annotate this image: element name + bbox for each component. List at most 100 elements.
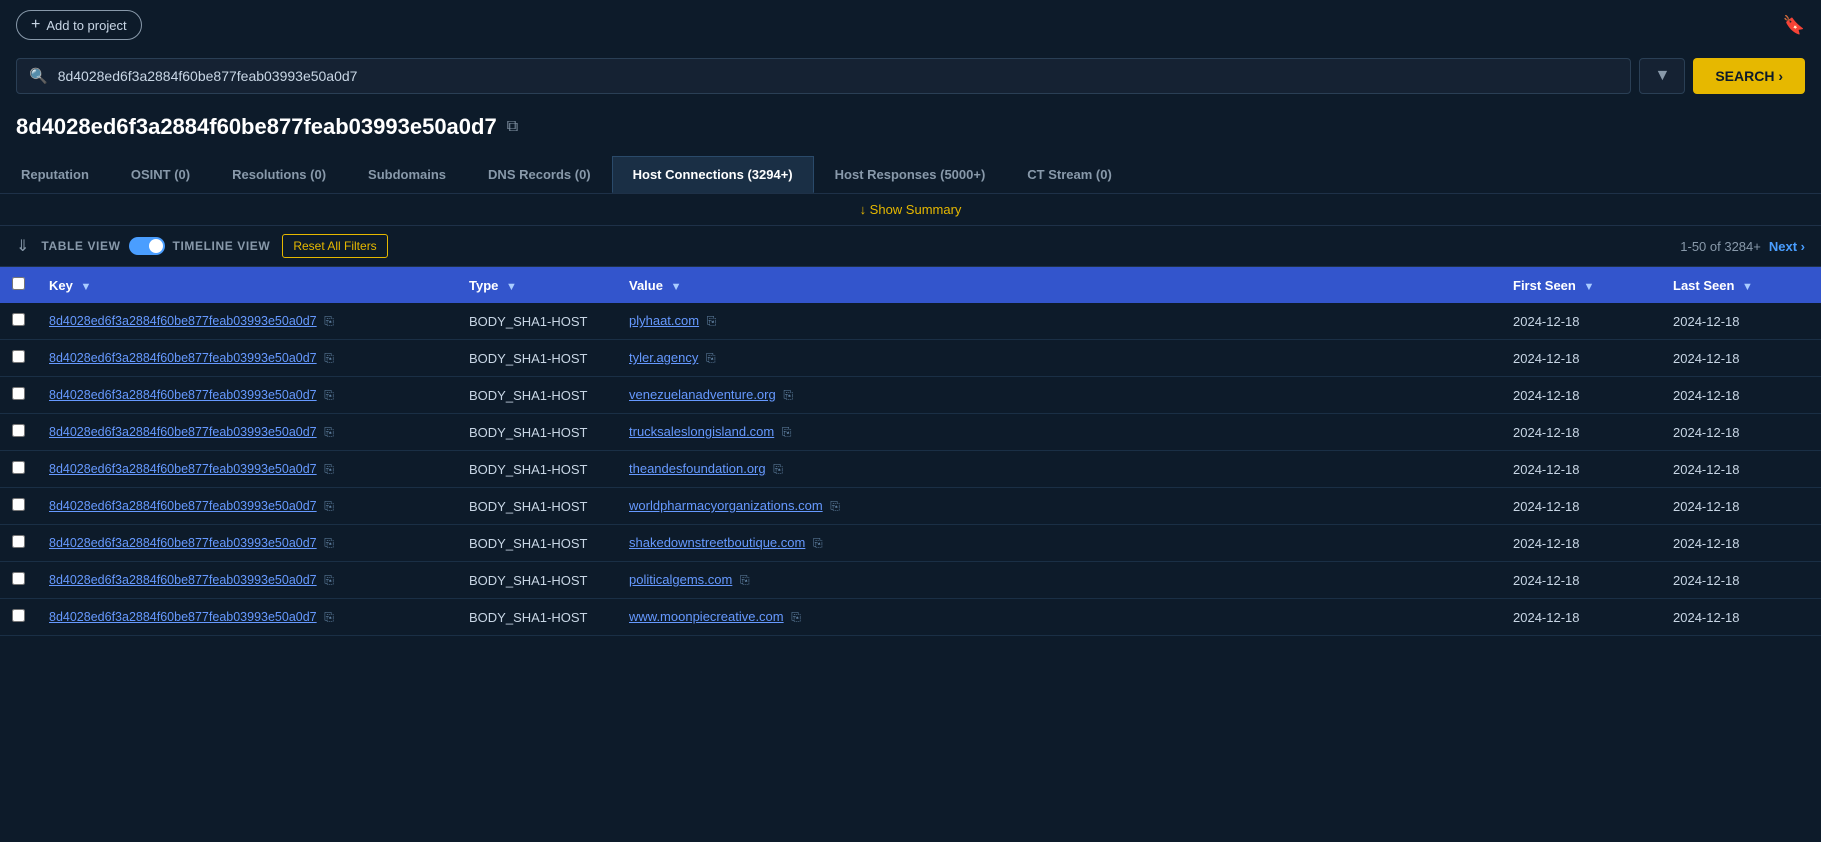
value-copy-icon[interactable]: ⎘ bbox=[783, 388, 793, 402]
select-all-checkbox[interactable] bbox=[12, 277, 25, 290]
col-header-last-seen[interactable]: Last Seen ▼ bbox=[1661, 267, 1821, 303]
row-type-cell: BODY_SHA1-HOST bbox=[457, 599, 617, 636]
value-copy-icon[interactable]: ⎘ bbox=[707, 314, 717, 328]
value-copy-icon[interactable]: ⎘ bbox=[830, 499, 840, 513]
reset-filters-button[interactable]: Reset All Filters bbox=[282, 234, 387, 258]
row-checkbox[interactable] bbox=[12, 387, 25, 400]
row-checkbox-cell[interactable] bbox=[0, 562, 37, 599]
col-header-value[interactable]: Value ▼ bbox=[617, 267, 1501, 303]
tab-host-responses[interactable]: Host Responses (5000+) bbox=[814, 156, 1007, 193]
key-copy-icon[interactable]: ⎘ bbox=[324, 314, 334, 328]
row-key-link[interactable]: 8d4028ed6f3a2884f60be877feab03993e50a0d7 bbox=[49, 536, 317, 550]
row-type-value: BODY_SHA1-HOST bbox=[469, 536, 587, 551]
row-first-seen: 2024-12-18 bbox=[1513, 462, 1580, 477]
row-last-seen-cell: 2024-12-18 bbox=[1661, 414, 1821, 451]
toolbar-row: ⇓ TABLE VIEW TIMELINE VIEW Reset All Fil… bbox=[0, 226, 1821, 267]
key-copy-icon[interactable]: ⎘ bbox=[324, 425, 334, 439]
key-copy-icon[interactable]: ⎘ bbox=[324, 351, 334, 365]
value-copy-icon[interactable]: ⎘ bbox=[773, 462, 783, 476]
show-summary-bar[interactable]: ↓ Show Summary bbox=[0, 194, 1821, 226]
row-checkbox[interactable] bbox=[12, 535, 25, 548]
row-checkbox-cell[interactable] bbox=[0, 303, 37, 340]
row-checkbox-cell[interactable] bbox=[0, 525, 37, 562]
key-copy-icon[interactable]: ⎘ bbox=[324, 610, 334, 624]
add-to-project-button[interactable]: Add to project bbox=[16, 10, 142, 40]
row-last-seen-cell: 2024-12-18 bbox=[1661, 377, 1821, 414]
row-key-link[interactable]: 8d4028ed6f3a2884f60be877feab03993e50a0d7 bbox=[49, 351, 317, 365]
row-value-link[interactable]: theandesfoundation.org bbox=[629, 461, 766, 476]
row-first-seen: 2024-12-18 bbox=[1513, 536, 1580, 551]
copy-icon[interactable]: ⧉ bbox=[507, 118, 518, 136]
row-key-link[interactable]: 8d4028ed6f3a2884f60be877feab03993e50a0d7 bbox=[49, 610, 317, 624]
row-checkbox-cell[interactable] bbox=[0, 340, 37, 377]
row-first-seen-cell: 2024-12-18 bbox=[1501, 525, 1661, 562]
row-value-link[interactable]: trucksaleslongisland.com bbox=[629, 424, 774, 439]
row-value-link[interactable]: shakedownstreetboutique.com bbox=[629, 535, 805, 550]
row-value-link[interactable]: worldpharmacyorganizations.com bbox=[629, 498, 823, 513]
row-type-value: BODY_SHA1-HOST bbox=[469, 388, 587, 403]
row-type-value: BODY_SHA1-HOST bbox=[469, 610, 587, 625]
value-copy-icon[interactable]: ⎘ bbox=[782, 425, 792, 439]
row-value-link[interactable]: plyhaat.com bbox=[629, 313, 699, 328]
row-key-link[interactable]: 8d4028ed6f3a2884f60be877feab03993e50a0d7 bbox=[49, 499, 317, 513]
value-copy-icon[interactable]: ⎘ bbox=[791, 610, 801, 624]
tab-ct-stream[interactable]: CT Stream (0) bbox=[1006, 156, 1133, 193]
value-copy-icon[interactable]: ⎘ bbox=[813, 536, 823, 550]
value-copy-icon[interactable]: ⎘ bbox=[706, 351, 716, 365]
row-last-seen-cell: 2024-12-18 bbox=[1661, 599, 1821, 636]
row-value-link[interactable]: www.moonpiecreative.com bbox=[629, 609, 784, 624]
key-copy-icon[interactable]: ⎘ bbox=[324, 536, 334, 550]
tab-host-connections[interactable]: Host Connections (3294+) bbox=[612, 156, 814, 193]
filter-button[interactable]: ▼ bbox=[1639, 58, 1685, 94]
row-first-seen: 2024-12-18 bbox=[1513, 351, 1580, 366]
value-copy-icon[interactable]: ⎘ bbox=[740, 573, 750, 587]
next-page-button[interactable]: Next › bbox=[1769, 239, 1805, 254]
row-checkbox-cell[interactable] bbox=[0, 451, 37, 488]
view-toggle-switch[interactable] bbox=[129, 237, 165, 255]
row-key-link[interactable]: 8d4028ed6f3a2884f60be877feab03993e50a0d7 bbox=[49, 425, 317, 439]
tab-dns-records[interactable]: DNS Records (0) bbox=[467, 156, 612, 193]
row-type-value: BODY_SHA1-HOST bbox=[469, 425, 587, 440]
row-key-link[interactable]: 8d4028ed6f3a2884f60be877feab03993e50a0d7 bbox=[49, 462, 317, 476]
key-copy-icon[interactable]: ⎘ bbox=[324, 499, 334, 513]
row-key-link[interactable]: 8d4028ed6f3a2884f60be877feab03993e50a0d7 bbox=[49, 314, 317, 328]
tab-subdomains[interactable]: Subdomains bbox=[347, 156, 467, 193]
col-header-type[interactable]: Type ▼ bbox=[457, 267, 617, 303]
row-key-cell: 8d4028ed6f3a2884f60be877feab03993e50a0d7… bbox=[37, 599, 457, 636]
row-checkbox-cell[interactable] bbox=[0, 414, 37, 451]
row-first-seen-cell: 2024-12-18 bbox=[1501, 488, 1661, 525]
row-checkbox-cell[interactable] bbox=[0, 599, 37, 636]
row-value-link[interactable]: politicalgems.com bbox=[629, 572, 732, 587]
key-copy-icon[interactable]: ⎘ bbox=[324, 388, 334, 402]
tab-reputation[interactable]: Reputation bbox=[0, 156, 110, 193]
row-checkbox[interactable] bbox=[12, 313, 25, 326]
tab-resolutions[interactable]: Resolutions (0) bbox=[211, 156, 347, 193]
bookmark-icon[interactable]: 🔖 bbox=[1783, 15, 1805, 36]
hash-title-row: 8d4028ed6f3a2884f60be877feab03993e50a0d7… bbox=[0, 102, 1821, 156]
download-icon[interactable]: ⇓ bbox=[16, 236, 29, 256]
row-first-seen: 2024-12-18 bbox=[1513, 388, 1580, 403]
select-all-header[interactable] bbox=[0, 267, 37, 303]
col-header-key[interactable]: Key ▼ bbox=[37, 267, 457, 303]
row-type-value: BODY_SHA1-HOST bbox=[469, 462, 587, 477]
row-value-link[interactable]: venezuelanadventure.org bbox=[629, 387, 776, 402]
search-button[interactable]: SEARCH › bbox=[1693, 58, 1805, 94]
row-value-link[interactable]: tyler.agency bbox=[629, 350, 698, 365]
row-checkbox-cell[interactable] bbox=[0, 377, 37, 414]
row-checkbox[interactable] bbox=[12, 609, 25, 622]
row-checkbox-cell[interactable] bbox=[0, 488, 37, 525]
key-copy-icon[interactable]: ⎘ bbox=[324, 462, 334, 476]
row-key-cell: 8d4028ed6f3a2884f60be877feab03993e50a0d7… bbox=[37, 340, 457, 377]
row-key-link[interactable]: 8d4028ed6f3a2884f60be877feab03993e50a0d7 bbox=[49, 388, 317, 402]
search-input[interactable] bbox=[58, 68, 1619, 84]
table-header-row: Key ▼ Type ▼ Value ▼ First Seen ▼ Last S… bbox=[0, 267, 1821, 303]
row-key-link[interactable]: 8d4028ed6f3a2884f60be877feab03993e50a0d7 bbox=[49, 573, 317, 587]
row-checkbox[interactable] bbox=[12, 424, 25, 437]
row-checkbox[interactable] bbox=[12, 461, 25, 474]
key-copy-icon[interactable]: ⎘ bbox=[324, 573, 334, 587]
row-checkbox[interactable] bbox=[12, 572, 25, 585]
tab-osint[interactable]: OSINT (0) bbox=[110, 156, 211, 193]
row-checkbox[interactable] bbox=[12, 498, 25, 511]
col-header-first-seen[interactable]: First Seen ▼ bbox=[1501, 267, 1661, 303]
row-checkbox[interactable] bbox=[12, 350, 25, 363]
